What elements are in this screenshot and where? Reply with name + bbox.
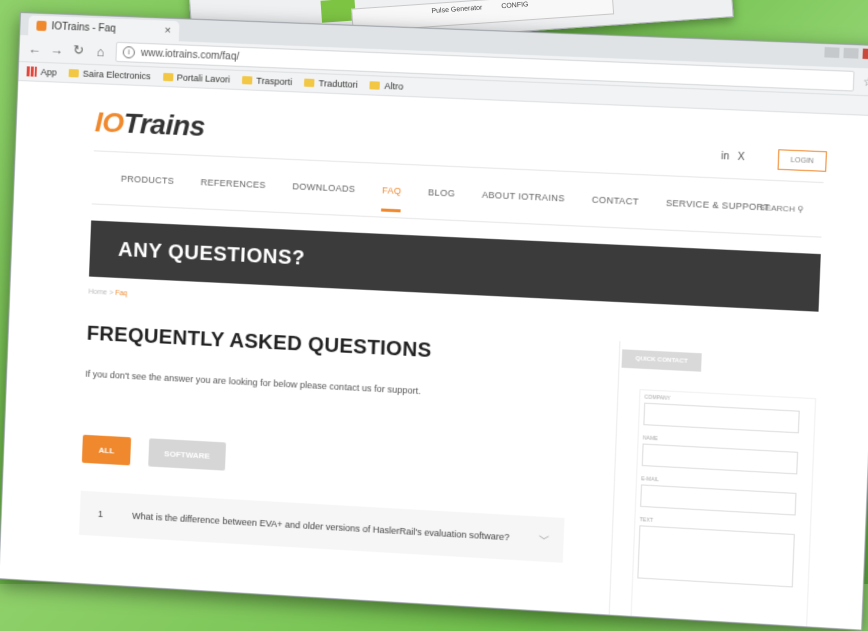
folder-icon xyxy=(68,69,79,78)
info-icon[interactable]: i xyxy=(122,46,136,59)
nav-products[interactable]: PRODUCTS xyxy=(121,174,175,186)
forward-icon[interactable]: → xyxy=(49,42,64,58)
window-controls xyxy=(824,47,868,60)
quick-contact-sidebar: QUICK CONTACT COMPANY NAME E-MAIL TEXT xyxy=(608,340,838,631)
field-label-company: COMPANY xyxy=(644,394,671,402)
linkedin-icon[interactable]: in xyxy=(721,151,730,163)
social-links: in X xyxy=(721,151,745,163)
field-label-text: TEXT xyxy=(639,517,654,524)
bookmark-altro[interactable]: Altro xyxy=(369,80,404,92)
back-icon[interactable]: ← xyxy=(27,41,42,57)
bookmark-star-icon[interactable]: ☆ xyxy=(863,74,868,89)
breadcrumb-home[interactable]: Home xyxy=(88,289,107,297)
apps-grid-icon xyxy=(26,66,37,77)
web-page: IOTrains in X LOGIN PRODUCTS REFERENCES … xyxy=(0,81,868,631)
folder-icon xyxy=(304,78,315,88)
close-window-button[interactable] xyxy=(862,48,868,60)
nav-blog[interactable]: BLOG xyxy=(428,187,455,198)
reload-icon[interactable]: ↻ xyxy=(71,42,86,59)
bookmark-portali[interactable]: Portali Lavori xyxy=(162,72,230,85)
chevron-down-icon[interactable]: ﹀ xyxy=(538,531,549,547)
close-tab-icon[interactable]: × xyxy=(164,25,171,37)
xing-icon[interactable]: X xyxy=(737,152,744,164)
nav-downloads[interactable]: DOWNLOADS xyxy=(292,181,355,194)
maximize-button[interactable] xyxy=(843,47,859,59)
site-logo[interactable]: IOTrains xyxy=(94,106,205,143)
breadcrumb-current: Faq xyxy=(115,289,128,298)
folder-icon xyxy=(162,72,173,82)
nav-faq[interactable]: FAQ xyxy=(382,185,402,196)
faq-item-question: What is the difference between EVA+ and … xyxy=(131,510,510,543)
bookmark-traduttori[interactable]: Traduttori xyxy=(304,78,358,90)
filter-all-button[interactable]: ALL xyxy=(81,434,132,466)
page-title: FREQUENTLY ASKED QUESTIONS xyxy=(86,322,432,363)
faq-item[interactable]: 1 What is the difference between EVA+ an… xyxy=(79,490,565,563)
minimize-button[interactable] xyxy=(824,47,840,58)
breadcrumb-separator: > xyxy=(108,289,114,297)
breadcrumb: Home > Faq xyxy=(88,289,127,298)
bookmark-saira[interactable]: Saira Electronics xyxy=(68,68,151,81)
nav-service-support[interactable]: SERVICE & SUPPORT xyxy=(666,198,770,213)
text-field[interactable] xyxy=(637,525,795,588)
login-button[interactable]: LOGIN xyxy=(777,149,827,172)
nav-contact[interactable]: CONTACT xyxy=(592,194,639,206)
faq-item-number: 1 xyxy=(97,508,104,520)
nav-about[interactable]: ABOUT IOTRAINS xyxy=(482,190,565,204)
search-icon: ⚲ xyxy=(797,204,804,214)
page-banner: ANY QUESTIONS? xyxy=(89,220,821,312)
field-label-name: NAME xyxy=(642,435,659,443)
company-field[interactable] xyxy=(643,402,800,434)
bookmark-trasporti[interactable]: Trasporti xyxy=(242,75,292,87)
folder-icon xyxy=(242,76,253,85)
field-label-email: E-MAIL xyxy=(641,476,659,484)
quick-contact-form: COMPANY NAME E-MAIL TEXT xyxy=(630,389,817,631)
nav-references[interactable]: REFERENCES xyxy=(200,177,266,190)
email-field[interactable] xyxy=(640,484,797,516)
home-icon[interactable]: ⌂ xyxy=(93,43,108,59)
quick-contact-tab[interactable]: QUICK CONTACT xyxy=(621,349,702,372)
filter-software-button[interactable]: SOFTWARE xyxy=(148,438,227,471)
favicon-icon xyxy=(36,20,47,32)
tab-title: IOTrains - Faq xyxy=(51,20,116,35)
faq-intro-text: If you don't see the answer you are look… xyxy=(85,368,421,397)
bookmark-apps[interactable]: App xyxy=(26,66,57,78)
url-text: www.iotrains.com/faq/ xyxy=(140,47,240,63)
browser-window: IOTrains - Faq × ← → ↻ ⌂ i www.iotrains.… xyxy=(0,12,868,631)
folder-icon xyxy=(369,81,381,90)
name-field[interactable] xyxy=(641,443,799,475)
search-button[interactable]: SEARCH ⚲ xyxy=(760,202,804,213)
